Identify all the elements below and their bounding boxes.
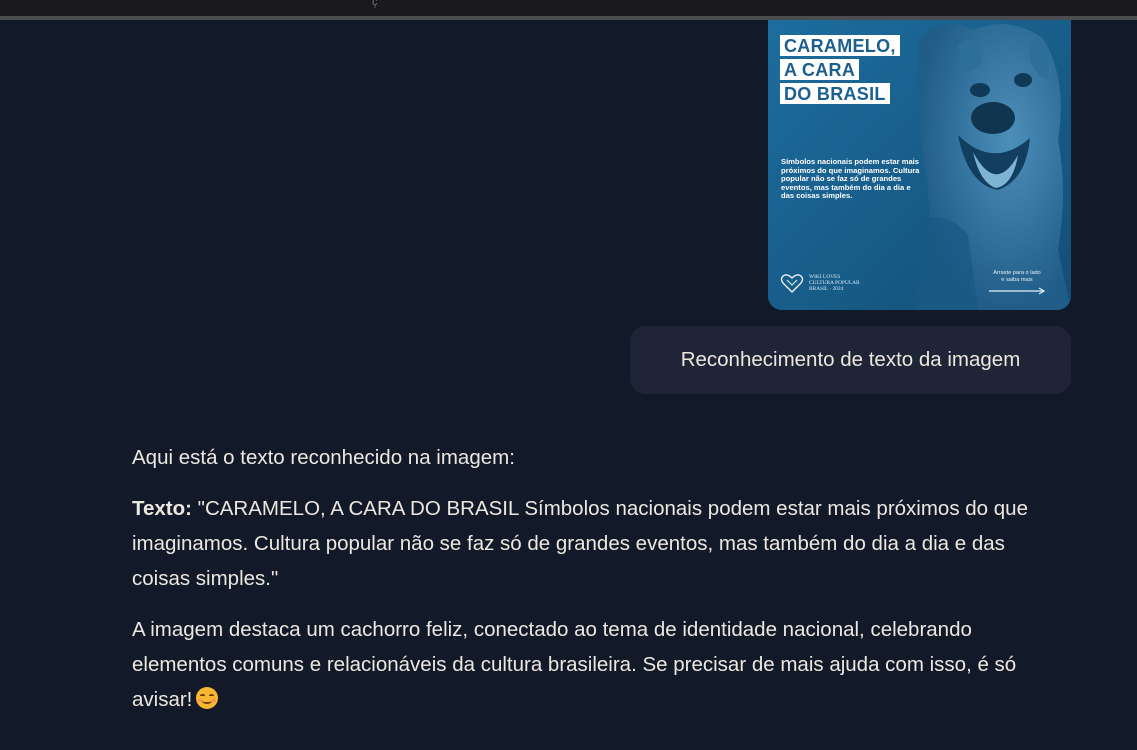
recognized-text-label: Texto:: [132, 497, 192, 520]
window-top-bar: ç: [0, 0, 1137, 20]
assistant-intro: Aqui está o texto reconhecido na imagem:: [132, 446, 515, 469]
poster-title-line: A CARA: [780, 59, 860, 80]
poster-title-line: DO BRASIL: [780, 83, 890, 104]
swipe-hint-line: e saiba mais: [1001, 277, 1033, 283]
poster-title-line: CARAMELO,: [780, 35, 900, 56]
chat-area[interactable]: CARAMELO, A CARA DO BRASIL Símbolos naci…: [0, 20, 1137, 750]
poster-body-text: Símbolos nacionais podem estar mais próx…: [781, 157, 920, 201]
user-message-bubble: Reconhecimento de texto da imagem: [630, 326, 1071, 394]
swipe-hint-line: Arraste para o lado: [993, 270, 1041, 276]
logo-text-line: BRASIL · 2024: [809, 286, 844, 293]
assistant-closing-text: A imagem destaca um cachorro feliz, cone…: [132, 618, 1017, 711]
swipe-hint: Arraste para o lado e saiba mais: [978, 270, 1056, 298]
assistant-closing: A imagem destaca um cachorro feliz, cone…: [132, 612, 1062, 717]
top-bar-partial-text: ç: [372, 0, 378, 8]
user-image-attachment[interactable]: CARAMELO, A CARA DO BRASIL Símbolos naci…: [768, 20, 1071, 310]
assistant-recognized-text: Texto: "CARAMELO, A CARA DO BRASIL Símbo…: [132, 491, 1062, 596]
assistant-message: Aqui está o texto reconhecido na imagem:…: [132, 440, 1062, 733]
user-message-text: Reconhecimento de texto da imagem: [680, 348, 1021, 371]
wiki-loves-logo: WIKI LOVES CULTURA POPULAR BRASIL · 2024: [780, 270, 860, 296]
recognized-text-quote: "CARAMELO, A CARA DO BRASIL Símbolos nac…: [132, 497, 1028, 590]
arrow-right-icon: [989, 287, 1046, 295]
poster-title: CARAMELO, A CARA DO BRASIL: [780, 35, 900, 107]
smiling-face-icon: [196, 687, 219, 709]
heart-logo-icon: [780, 274, 804, 293]
